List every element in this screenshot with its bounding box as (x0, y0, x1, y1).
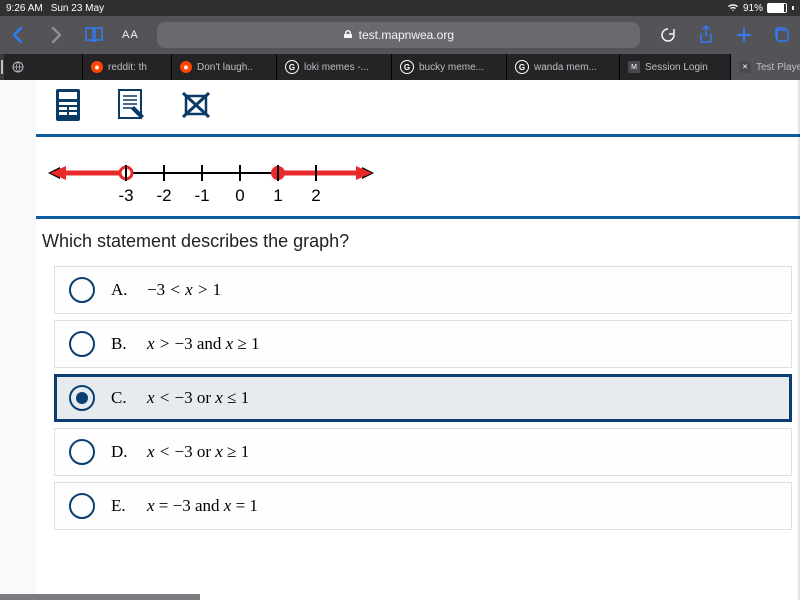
choice-b[interactable]: B. x > −3 and x ≥ 1 (54, 320, 792, 368)
choice-math: x < −3 or x ≤ 1 (147, 388, 249, 408)
choice-d[interactable]: D. x < −3 or x ≥ 1 (54, 428, 792, 476)
cross-out-icon[interactable] (180, 90, 212, 125)
choice-math: −3 < x > 1 (147, 280, 221, 300)
status-bar: 9:26 AM Sun 23 May 91% (0, 0, 800, 16)
tab-label: Test Player (756, 62, 800, 73)
back-button[interactable] (8, 26, 28, 44)
tab-label: Don't laugh.. (197, 62, 253, 73)
battery-percent: 91% (743, 3, 763, 14)
choice-math: x < −3 or x ≥ 1 (147, 442, 249, 462)
tab-test-player[interactable]: ✕ Test Player (731, 54, 800, 80)
tab-label: reddit: th (108, 62, 147, 73)
tab-label: wanda mem... (534, 62, 597, 73)
tab-strip: ● reddit: th ● Don't laugh.. G loki meme… (0, 54, 800, 80)
reload-button[interactable] (658, 26, 678, 44)
new-tab-button[interactable] (734, 27, 754, 43)
svg-text:1: 1 (273, 186, 282, 205)
address-url: test.mapnwea.org (359, 28, 454, 42)
tab-label: loki memes -... (304, 62, 369, 73)
tab-session-login[interactable]: M Session Login (620, 54, 731, 80)
answer-choices: A. −3 < x > 1 B. x > −3 and x ≥ 1 C. x <… (36, 266, 800, 542)
choice-letter: D. (111, 442, 131, 462)
number-line-svg: -3 -2 -1 0 1 2 (46, 155, 376, 210)
choice-math: x > −3 and x ≥ 1 (147, 334, 260, 354)
tab-label: Session Login (645, 62, 708, 73)
tab-bucky[interactable]: G bucky meme... (392, 54, 507, 80)
google-icon: G (285, 60, 299, 74)
question-prompt: Which statement describes the graph? (36, 219, 800, 266)
reddit-icon: ● (180, 61, 192, 73)
forward-button[interactable] (46, 26, 66, 44)
status-time: 9:26 AM (6, 3, 43, 14)
svg-text:0: 0 (235, 186, 244, 205)
text-size-button[interactable]: AA (122, 29, 139, 41)
choice-letter: C. (111, 388, 131, 408)
horizontal-scroll-indicator[interactable] (0, 594, 200, 600)
svg-text:-1: -1 (194, 186, 209, 205)
tab-loki[interactable]: G loki memes -... (277, 54, 392, 80)
choice-letter: B. (111, 334, 131, 354)
google-icon: G (515, 60, 529, 74)
radio-a[interactable] (69, 277, 95, 303)
wifi-icon (727, 2, 739, 15)
page-viewport: -3 -2 -1 0 1 2 Which statement describes… (0, 80, 800, 600)
google-icon: G (400, 60, 414, 74)
radio-e[interactable] (69, 493, 95, 519)
status-date: Sun 23 May (51, 3, 104, 14)
choice-a[interactable]: A. −3 < x > 1 (54, 266, 792, 314)
tab-wanda[interactable]: G wanda mem... (507, 54, 620, 80)
share-button[interactable] (696, 25, 716, 45)
radio-d[interactable] (69, 439, 95, 465)
test-toolbar (36, 80, 800, 137)
tabs-overview-button[interactable] (772, 26, 792, 44)
test-player-icon: ✕ (739, 61, 751, 73)
calculator-icon[interactable] (54, 88, 82, 127)
lock-icon (343, 28, 353, 42)
choice-letter: A. (111, 280, 131, 300)
battery-icon (767, 3, 787, 13)
svg-text:2: 2 (311, 186, 320, 205)
scratchpad-icon[interactable] (116, 88, 146, 127)
number-line-graph: -3 -2 -1 0 1 2 (36, 137, 800, 219)
radio-b[interactable] (69, 331, 95, 357)
choice-math: x = −3 and x = 1 (147, 496, 258, 516)
browser-toolbar: AA test.mapnwea.org (0, 16, 800, 54)
choice-letter: E. (111, 496, 131, 516)
globe-icon (12, 61, 24, 73)
tab-label: bucky meme... (419, 62, 484, 73)
test-page: -3 -2 -1 0 1 2 Which statement describes… (36, 80, 800, 600)
address-bar[interactable]: test.mapnwea.org (157, 22, 640, 48)
tab-reddit[interactable] (4, 54, 83, 80)
radio-c[interactable] (69, 385, 95, 411)
tab-reddit-th[interactable]: ● reddit: th (83, 54, 172, 80)
reddit-icon: ● (91, 61, 103, 73)
session-icon: M (628, 61, 640, 73)
choice-e[interactable]: E. x = −3 and x = 1 (54, 482, 792, 530)
bookmarks-button[interactable] (84, 26, 104, 44)
choice-c[interactable]: C. x < −3 or x ≤ 1 (54, 374, 792, 422)
svg-text:-3: -3 (118, 186, 133, 205)
tab-dont-laugh[interactable]: ● Don't laugh.. (172, 54, 277, 80)
svg-text:-2: -2 (156, 186, 171, 205)
